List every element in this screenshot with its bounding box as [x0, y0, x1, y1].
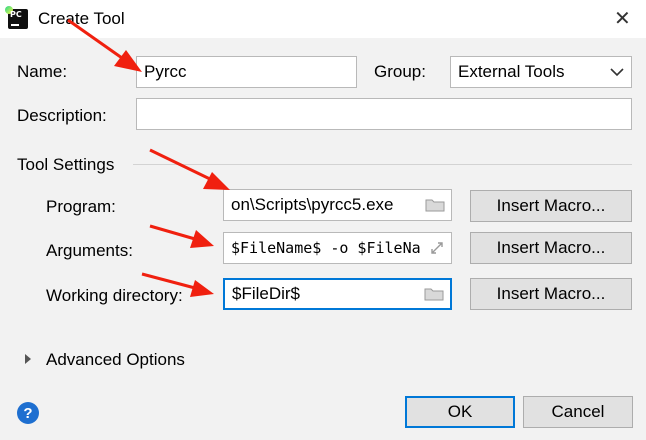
arrow-to-program [149, 148, 230, 190]
arrow-to-working-directory [141, 272, 214, 297]
arrow-to-name [67, 18, 142, 72]
annotation-arrows [67, 18, 230, 297]
arrow-to-arguments [149, 224, 214, 248]
